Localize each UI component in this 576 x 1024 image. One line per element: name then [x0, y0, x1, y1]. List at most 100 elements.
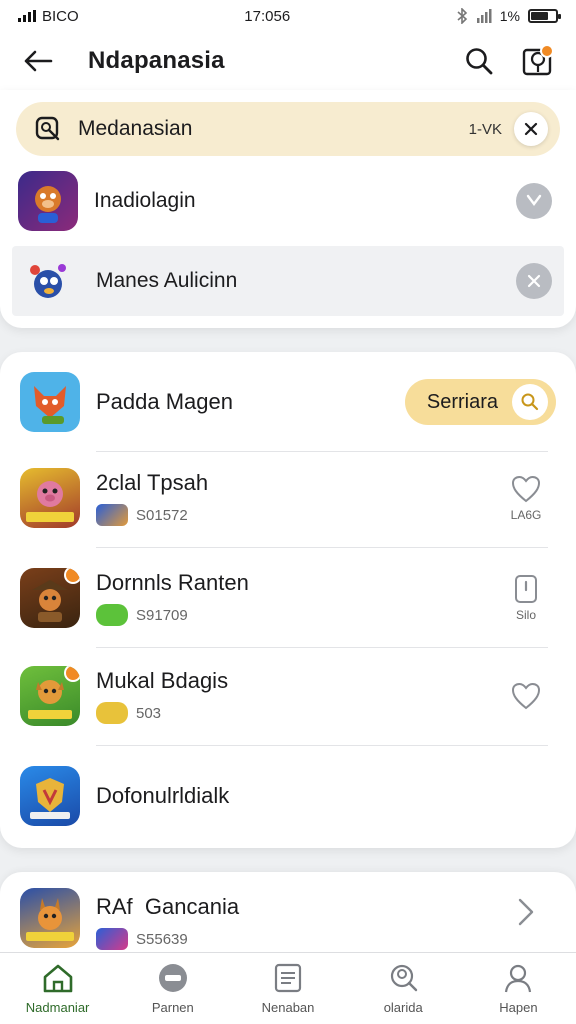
battery-icon [528, 9, 561, 23]
status-bar: BICO 17:056 1% [0, 0, 576, 32]
result-item[interactable]: 2clal Tpsah S01572 LA6G [0, 448, 576, 548]
result-item[interactable]: Dofonulrldialk [0, 746, 576, 846]
remove-recent-button[interactable] [516, 263, 552, 299]
game-pig-icon [20, 468, 80, 528]
search-card: 1-VK Inadiolagin Manes Aulicinn [0, 90, 576, 328]
home-icon [43, 964, 72, 993]
notification-badge [540, 44, 554, 58]
tab-label: Nadmaniar [25, 1000, 90, 1015]
mini-game-icon [96, 504, 128, 526]
result-title: Dofonulrldialk [96, 783, 230, 808]
search-input[interactable] [78, 117, 469, 141]
result-text: Dornnls Ranten S91709 [96, 570, 496, 626]
tab-label: Hapen [499, 1000, 538, 1015]
mini-game-icon [96, 702, 128, 724]
result-title: Padda Magen [96, 389, 233, 414]
result-text: Mukal Bdagis 503 [96, 668, 496, 724]
tab-label: olarida [383, 1000, 423, 1015]
partial-result-card: RAf Gancania S55639 [0, 872, 576, 962]
search-result-count: 1-VK [468, 120, 502, 138]
result-item[interactable]: Padda Magen Serriara [0, 352, 576, 452]
result-text: RAf Gancania S55639 [96, 888, 496, 950]
recent-item[interactable]: Manes Aulicinn [12, 246, 564, 316]
open-detail-button[interactable] [496, 888, 556, 928]
tab-label: Nenaban [261, 1000, 315, 1015]
document-icon [274, 963, 302, 993]
mini-game-icon [96, 928, 128, 950]
chevron-right-icon [518, 898, 534, 926]
minus-circle-icon [158, 964, 187, 992]
result-title: RAf Gancania [96, 894, 240, 919]
game-shield-icon [20, 766, 80, 826]
tab-nenaban[interactable]: Nenaban [230, 953, 345, 1024]
page-title: Ndapanasia [88, 47, 225, 74]
search-icon [32, 113, 64, 145]
favorite-button[interactable] [496, 681, 556, 711]
tab-olarida[interactable]: olarida [346, 953, 461, 1024]
battery-percent: 1% [499, 8, 520, 24]
signal-icon [18, 10, 36, 22]
notifications-button[interactable] [514, 38, 560, 84]
back-button[interactable] [16, 39, 60, 83]
result-item[interactable]: Mukal Bdagis 503 [0, 646, 576, 746]
tab-parnen[interactable]: Parnen [115, 953, 230, 1024]
result-sub-text: S91709 [136, 606, 188, 624]
header-search-button[interactable] [456, 38, 502, 84]
result-text: Padda Magen [96, 389, 405, 415]
game-explorer-icon [20, 568, 80, 628]
device-button[interactable]: Silo [496, 574, 556, 622]
search-icon [512, 384, 548, 420]
tab-home[interactable]: Nadmaniar [0, 953, 115, 1024]
result-subtitle: S91709 [96, 604, 496, 626]
result-sub-text: S55639 [136, 930, 188, 948]
search-clear-button[interactable] [514, 112, 548, 146]
result-title: Dornnls Ranten [96, 570, 249, 595]
recent-item-label: Inadiolagin [94, 189, 196, 212]
profile-search-icon [391, 964, 418, 992]
result-subtitle: 503 [96, 702, 496, 724]
user-icon [505, 964, 532, 993]
phone-icon [515, 575, 537, 603]
result-title: Mukal Bdagis [96, 668, 229, 693]
search-bar[interactable]: 1-VK [16, 102, 560, 156]
search-icon [466, 48, 493, 75]
search-action-label: Serriara [426, 390, 498, 413]
status-time: 17:056 [244, 7, 291, 25]
result-item[interactable]: Dornnls Ranten S91709 Silo [0, 548, 576, 648]
tab-label: Parnen [151, 1000, 194, 1015]
status-left: BICO [18, 8, 79, 25]
result-sub-text: S01572 [136, 506, 188, 524]
heart-icon [511, 682, 541, 710]
result-title: 2clal Tpsah [96, 470, 209, 495]
heart-icon [511, 475, 541, 503]
close-icon [527, 274, 541, 288]
carrier-name: BICO [42, 7, 79, 25]
app-header: Ndapanasia [0, 32, 576, 90]
device-label: Silo [515, 608, 536, 622]
result-sub-text: 503 [136, 704, 162, 722]
arrow-left-icon [24, 50, 53, 72]
results-card: Padda Magen Serriara 2clal Tpsah S01572 … [0, 352, 576, 848]
close-icon [526, 194, 542, 206]
result-text: Dofonulrldialk [96, 783, 556, 809]
game-kangaroo-icon [20, 888, 80, 948]
favorite-label: LA6G [510, 508, 542, 522]
search-action-button[interactable]: Serriara [404, 379, 556, 425]
recent-item-label: Manes Aulicinn [96, 269, 238, 292]
game-fox-icon [20, 372, 80, 432]
result-text: 2clal Tpsah S01572 [96, 470, 496, 526]
cellular-icon [476, 9, 492, 23]
mini-game-icon [96, 604, 128, 626]
update-badge [64, 666, 80, 682]
result-item[interactable]: RAf Gancania S55639 [0, 872, 576, 952]
tab-hapen[interactable]: Hapen [461, 953, 576, 1024]
game-dog-icon [20, 666, 80, 726]
recent-item[interactable]: Inadiolagin [12, 166, 564, 236]
bluetooth-icon [457, 8, 467, 24]
result-subtitle: S55639 [96, 928, 496, 950]
favorite-button[interactable]: LA6G [496, 474, 556, 522]
remove-recent-button[interactable] [516, 183, 552, 219]
close-icon [524, 122, 538, 136]
result-subtitle: S01572 [96, 504, 496, 526]
game-monkey-icon [18, 171, 78, 231]
